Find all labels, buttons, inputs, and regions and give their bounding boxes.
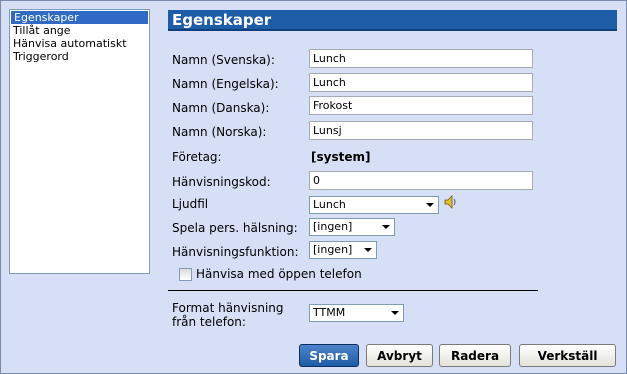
name-da-input[interactable]: Frokost	[309, 96, 533, 115]
company-value: [system]	[311, 150, 371, 164]
format-label-line2: från telefon:	[172, 315, 246, 329]
chevron-down-icon	[364, 248, 372, 252]
name-da-label: Namn (Danska):	[172, 101, 270, 115]
name-no-input[interactable]: Lunsj	[309, 121, 533, 140]
greeting-select-value: [ingen]	[313, 220, 353, 233]
name-no-label: Namn (Norska):	[172, 125, 267, 139]
speaker-icon[interactable]	[443, 194, 459, 210]
sidebar-item-egenskaper[interactable]: Egenskaper	[11, 11, 148, 24]
name-sv-input[interactable]: Lunch	[309, 49, 533, 68]
company-label: Företag:	[172, 150, 222, 164]
name-en-input[interactable]: Lunch	[309, 73, 533, 92]
ref-function-select-value: [ingen]	[313, 243, 353, 256]
page-title: Egenskaper	[168, 10, 617, 31]
chevron-down-icon	[382, 225, 390, 229]
ref-code-input[interactable]: 0	[309, 171, 533, 190]
apply-button[interactable]: Verkställ	[519, 344, 616, 367]
open-phone-checkbox[interactable]	[179, 267, 192, 281]
sound-select[interactable]: Lunch	[309, 196, 439, 214]
sound-label: Ljudfil	[172, 197, 209, 211]
open-phone-label: Hänvisa med öppen telefon	[196, 267, 362, 281]
divider	[168, 290, 538, 291]
ref-function-label: Hänvisningsfunktion:	[172, 245, 299, 259]
chevron-down-icon	[391, 311, 399, 315]
ref-function-select[interactable]: [ingen]	[309, 241, 377, 259]
save-button[interactable]: Spara	[299, 344, 359, 367]
greeting-select[interactable]: [ingen]	[309, 218, 395, 236]
chevron-down-icon	[426, 203, 434, 207]
greeting-label: Spela pers. hälsning:	[172, 221, 298, 235]
name-sv-label: Namn (Svenska):	[172, 53, 275, 67]
format-select-value: TTMM	[313, 306, 346, 319]
ref-code-label: Hänvisningskod:	[172, 175, 271, 189]
sidebar-item-triggerord[interactable]: Triggerord	[10, 50, 149, 63]
sidebar: Egenskaper Tillåt ange Hänvisa automatis…	[9, 9, 150, 274]
format-label-line1: Format hänvisning	[172, 301, 284, 315]
sidebar-item-tillat-ange[interactable]: Tillåt ange	[10, 24, 149, 37]
sound-select-value: Lunch	[313, 198, 346, 211]
open-phone-option[interactable]: Hänvisa med öppen telefon	[179, 267, 362, 281]
format-label: Format hänvisning från telefon:	[172, 301, 284, 329]
name-en-label: Namn (Engelska):	[172, 77, 279, 91]
format-select[interactable]: TTMM	[309, 304, 404, 322]
sidebar-item-hanvisa-automatiskt[interactable]: Hänvisa automatiskt	[10, 37, 149, 50]
cancel-button[interactable]: Avbryt	[366, 344, 433, 367]
delete-button[interactable]: Radera	[439, 344, 511, 367]
